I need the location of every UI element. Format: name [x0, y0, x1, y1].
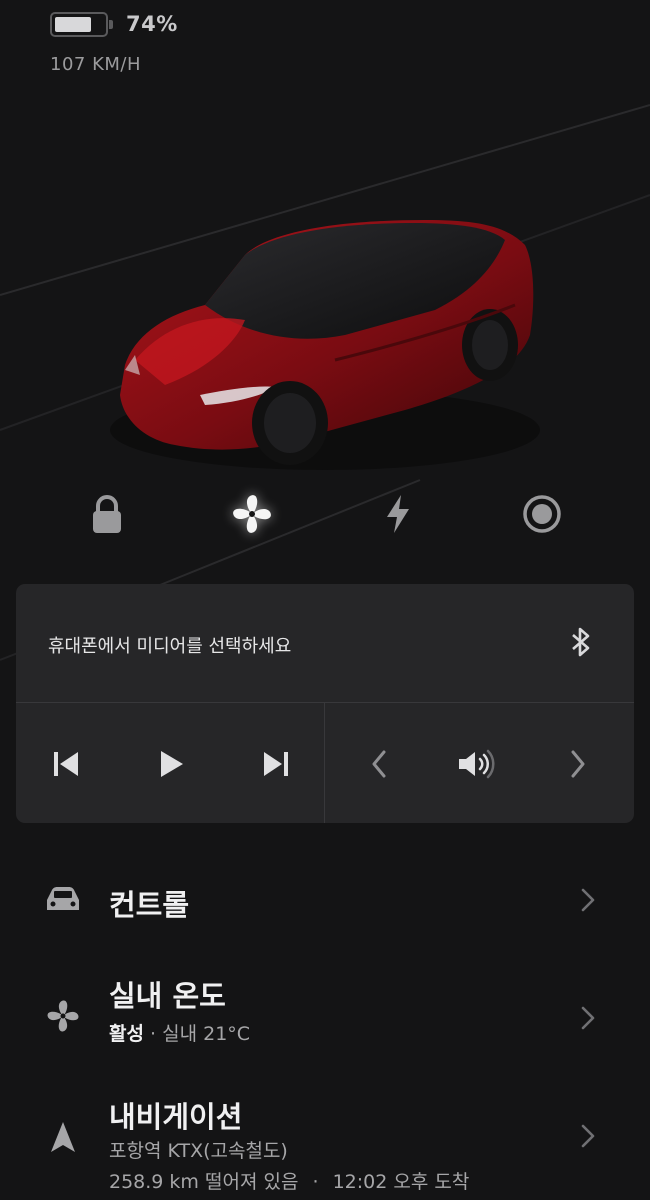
separator: · — [312, 1171, 319, 1193]
navigation-distance: 258.9 km 떨어져 있음 — [109, 1171, 299, 1193]
battery-icon — [50, 12, 113, 37]
interior-temperature: 실내 21°C — [162, 1023, 251, 1045]
climate-status-line: 활성 · 실내 21°C — [109, 1019, 250, 1046]
navigation-destination: 포항역 KTX(고속철도) — [109, 1140, 288, 1162]
menu-item-controls[interactable]: 컨트롤 — [0, 860, 650, 940]
navigation-trip-info: 258.9 km 떨어져 있음 · 12:02 오후 도착 — [109, 1167, 469, 1194]
chevron-right-icon — [581, 888, 595, 912]
volume-icon — [459, 749, 495, 779]
lock-button[interactable] — [81, 488, 133, 540]
menu-item-climate[interactable]: 실내 온도 활성 · 실내 21°C — [0, 965, 650, 1065]
vehicle-image[interactable] — [95, 195, 545, 485]
volume-up-button[interactable] — [558, 744, 598, 784]
battery-level-fill — [55, 17, 91, 32]
battery-terminal — [109, 20, 113, 29]
speed-readout: 107 KM/H — [50, 54, 142, 75]
navigation-eta: 12:02 오후 도착 — [332, 1171, 470, 1193]
menu-title: 컨트롤 — [109, 888, 190, 922]
menu-title: 내비게이션 — [109, 1100, 243, 1134]
fan-icon — [44, 997, 82, 1035]
media-card: 휴대폰에서 미디어를 선택하세요 — [16, 584, 634, 823]
lock-icon — [93, 495, 121, 533]
lightning-icon — [387, 495, 409, 533]
next-track-button[interactable] — [256, 744, 296, 784]
climate-quick-button[interactable] — [226, 488, 278, 540]
chevron-left-icon — [372, 750, 386, 778]
sentry-button[interactable] — [516, 488, 568, 540]
media-prompt: 휴대폰에서 미디어를 선택하세요 — [48, 636, 292, 657]
navigation-arrow-icon — [44, 1118, 82, 1156]
chevron-right-icon — [581, 1006, 595, 1030]
volume-button[interactable] — [457, 744, 497, 784]
menu-item-navigation[interactable]: 내비게이션 포항역 KTX(고속철도) 258.9 km 떨어져 있음 · 12… — [0, 1088, 650, 1200]
media-divider — [324, 703, 325, 823]
next-track-icon — [264, 752, 288, 776]
previous-track-button[interactable] — [46, 744, 86, 784]
volume-down-button[interactable] — [359, 744, 399, 784]
record-icon — [523, 495, 561, 533]
climate-active-status: 활성 — [109, 1023, 144, 1045]
play-icon — [161, 751, 183, 777]
chevron-right-icon — [571, 750, 585, 778]
charge-button[interactable] — [372, 488, 424, 540]
battery-percent: 74% — [126, 12, 178, 36]
previous-track-icon — [54, 752, 78, 776]
media-source-bar[interactable]: 휴대폰에서 미디어를 선택하세요 — [16, 584, 634, 703]
car-icon — [44, 880, 82, 918]
separator: · — [150, 1023, 157, 1045]
bluetooth-icon[interactable] — [566, 626, 596, 658]
play-button[interactable] — [151, 744, 191, 784]
chevron-right-icon — [581, 1124, 595, 1148]
menu-title: 실내 온도 — [109, 979, 226, 1013]
fan-icon — [233, 495, 271, 533]
